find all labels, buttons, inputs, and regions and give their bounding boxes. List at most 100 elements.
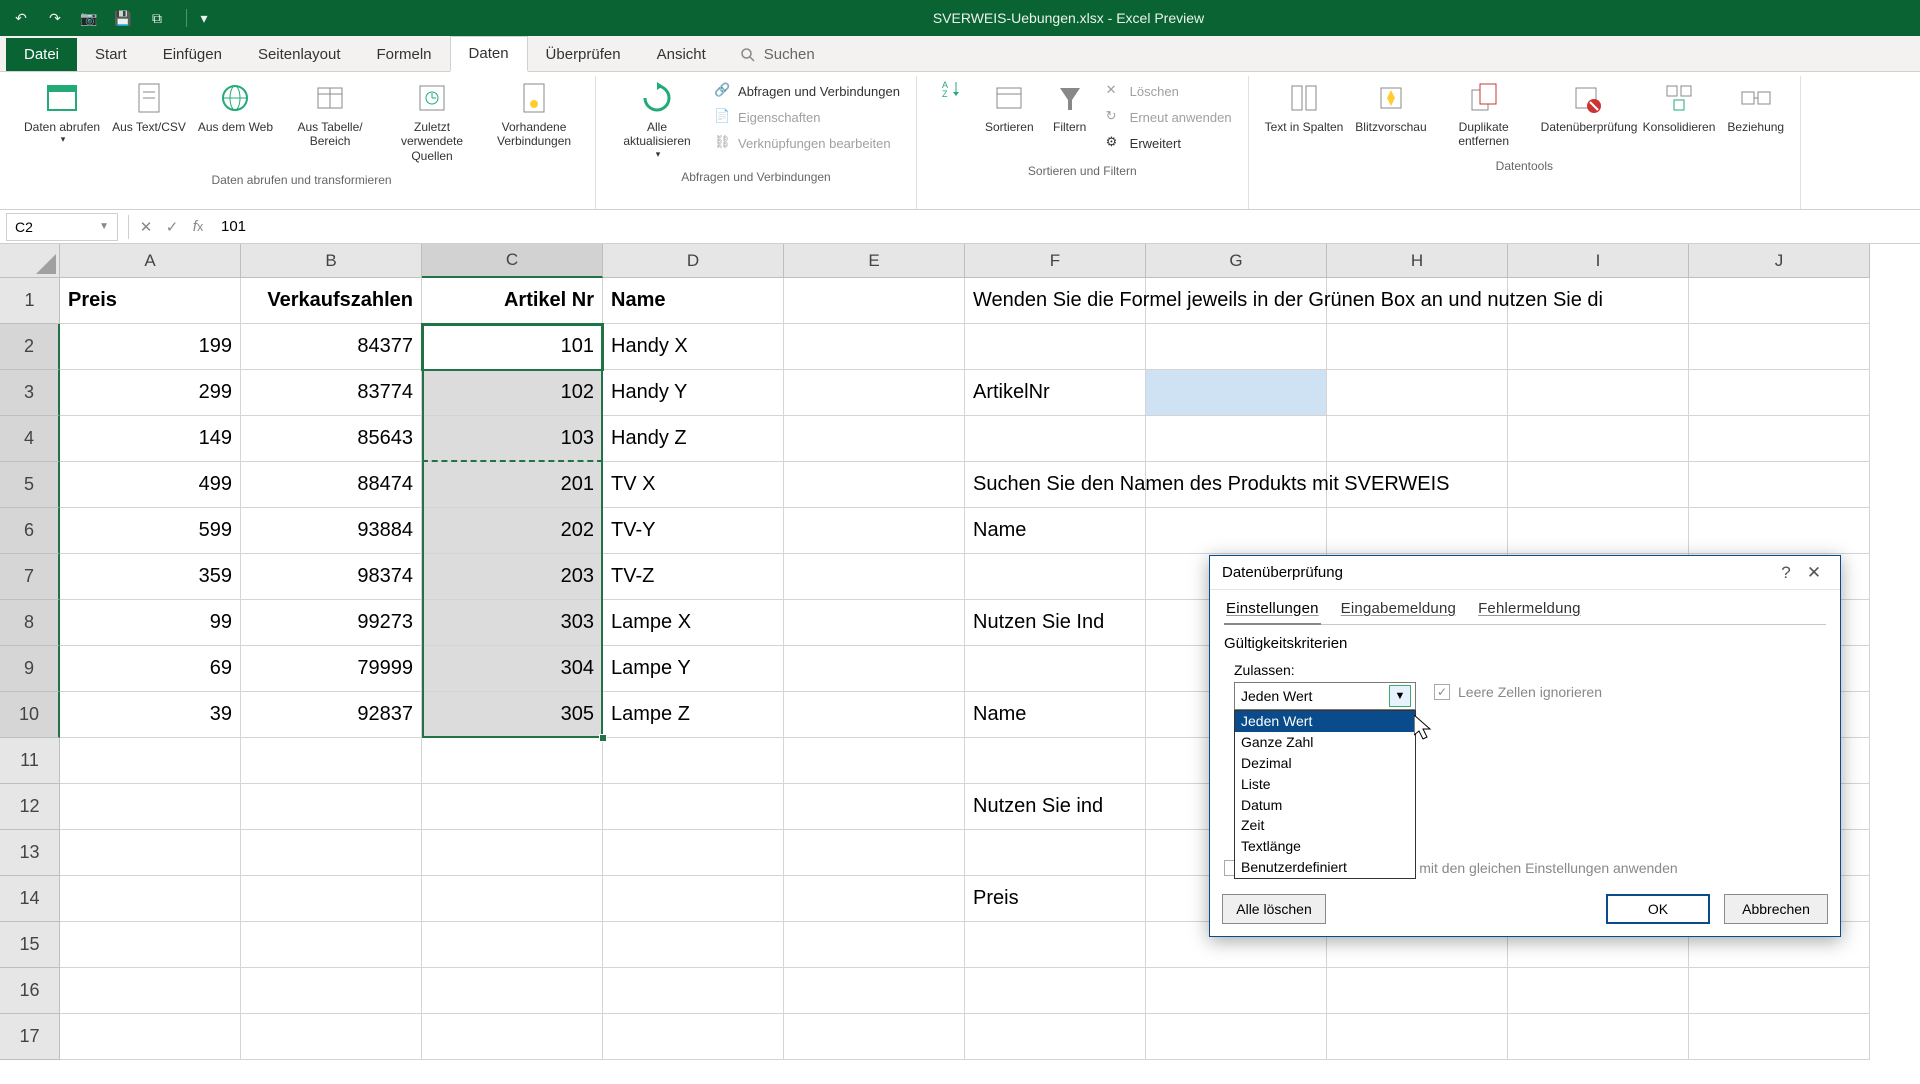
cell-A2[interactable]: 199 <box>60 324 241 370</box>
cell-D5[interactable]: TV X <box>603 462 784 508</box>
tab-file[interactable]: Datei <box>6 38 77 71</box>
select-all-corner[interactable] <box>0 244 60 278</box>
relationships-button[interactable]: Beziehung <box>1721 76 1790 151</box>
cell-C14[interactable] <box>422 876 603 922</box>
row-header-8[interactable]: 8 <box>0 600 60 646</box>
cell-B2[interactable]: 84377 <box>241 324 422 370</box>
cell-C11[interactable] <box>422 738 603 784</box>
consolidate-button[interactable]: Konsolidieren <box>1637 76 1722 151</box>
cell-D6[interactable]: TV-Y <box>603 508 784 554</box>
cell-F15[interactable] <box>965 922 1146 968</box>
cell-E16[interactable] <box>784 968 965 1014</box>
save-icon[interactable]: 💾 <box>112 7 134 29</box>
cell-C10[interactable]: 305 <box>422 692 603 738</box>
cell-C9[interactable]: 304 <box>422 646 603 692</box>
cell-B8[interactable]: 99273 <box>241 600 422 646</box>
allow-option[interactable]: Dezimal <box>1235 753 1415 774</box>
cell-E1[interactable] <box>784 278 965 324</box>
cell-C8[interactable]: 303 <box>422 600 603 646</box>
cell-D8[interactable]: Lampe X <box>603 600 784 646</box>
cell-F13[interactable] <box>965 830 1146 876</box>
cell-D15[interactable] <box>603 922 784 968</box>
cell-I3[interactable] <box>1508 370 1689 416</box>
allow-option[interactable]: Textlänge <box>1235 836 1415 857</box>
cell-B5[interactable]: 88474 <box>241 462 422 508</box>
cell-F16[interactable] <box>965 968 1146 1014</box>
sort-az-button[interactable]: AZ <box>927 76 979 156</box>
cell-A16[interactable] <box>60 968 241 1014</box>
cell-E8[interactable] <box>784 600 965 646</box>
row-header-15[interactable]: 15 <box>0 922 60 968</box>
cell-E10[interactable] <box>784 692 965 738</box>
allow-option[interactable]: Datum <box>1235 795 1415 816</box>
cell-A7[interactable]: 359 <box>60 554 241 600</box>
cell-D17[interactable] <box>603 1014 784 1060</box>
cell-C16[interactable] <box>422 968 603 1014</box>
cell-D3[interactable]: Handy Y <box>603 370 784 416</box>
cell-H17[interactable] <box>1327 1014 1508 1060</box>
cell-E6[interactable] <box>784 508 965 554</box>
cell-F9[interactable] <box>965 646 1146 692</box>
cell-F2[interactable] <box>965 324 1146 370</box>
get-data-button[interactable]: Daten abrufen▾ <box>18 76 106 165</box>
col-header-F[interactable]: F <box>965 244 1146 278</box>
from-csv-button[interactable]: Aus Text/CSV <box>106 76 192 165</box>
enter-formula-icon[interactable]: ✓ <box>159 214 185 240</box>
cell-E12[interactable] <box>784 784 965 830</box>
cell-E13[interactable] <box>784 830 965 876</box>
clear-all-button[interactable]: Alle löschen <box>1222 894 1326 924</box>
refresh-all-button[interactable]: Alle aktualisieren▾ <box>606 76 708 162</box>
cell-F11[interactable] <box>965 738 1146 784</box>
cell-I17[interactable] <box>1508 1014 1689 1060</box>
cell-B6[interactable]: 93884 <box>241 508 422 554</box>
cell-F10[interactable]: Name <box>965 692 1146 738</box>
cell-E7[interactable] <box>784 554 965 600</box>
cell-A13[interactable] <box>60 830 241 876</box>
tab-view[interactable]: Ansicht <box>639 38 724 71</box>
tab-review[interactable]: Überprüfen <box>528 38 639 71</box>
cell-E3[interactable] <box>784 370 965 416</box>
cell-E14[interactable] <box>784 876 965 922</box>
recent-sources-button[interactable]: Zuletzt verwendete Quellen <box>381 76 483 165</box>
col-header-A[interactable]: A <box>60 244 241 278</box>
allow-option[interactable]: Jeden Wert <box>1235 711 1415 732</box>
cell-F12[interactable]: Nutzen Sie ind <box>965 784 1146 830</box>
row-header-14[interactable]: 14 <box>0 876 60 922</box>
cell-F17[interactable] <box>965 1014 1146 1060</box>
col-header-D[interactable]: D <box>603 244 784 278</box>
cell-D9[interactable]: Lampe Y <box>603 646 784 692</box>
row-header-4[interactable]: 4 <box>0 416 60 462</box>
row-header-5[interactable]: 5 <box>0 462 60 508</box>
cell-G4[interactable] <box>1146 416 1327 462</box>
cell-C4[interactable]: 103 <box>422 416 603 462</box>
row-header-16[interactable]: 16 <box>0 968 60 1014</box>
cell-A8[interactable]: 99 <box>60 600 241 646</box>
cell-B11[interactable] <box>241 738 422 784</box>
cell-E15[interactable] <box>784 922 965 968</box>
cell-C13[interactable] <box>422 830 603 876</box>
cell-J16[interactable] <box>1689 968 1870 1014</box>
column-headers[interactable]: ABCDEFGHIJ <box>60 244 1870 278</box>
col-header-J[interactable]: J <box>1689 244 1870 278</box>
cell-D11[interactable] <box>603 738 784 784</box>
cell-B4[interactable]: 85643 <box>241 416 422 462</box>
cell-D13[interactable] <box>603 830 784 876</box>
tab-settings[interactable]: Einstellungen <box>1224 596 1321 625</box>
cell-E17[interactable] <box>784 1014 965 1060</box>
cell-C3[interactable]: 102 <box>422 370 603 416</box>
col-header-C[interactable]: C <box>422 244 603 278</box>
cell-C12[interactable] <box>422 784 603 830</box>
cell-B10[interactable]: 92837 <box>241 692 422 738</box>
cell-C15[interactable] <box>422 922 603 968</box>
cell-E2[interactable] <box>784 324 965 370</box>
flash-fill-button[interactable]: Blitzvorschau <box>1349 76 1432 151</box>
row-header-11[interactable]: 11 <box>0 738 60 784</box>
tab-layout[interactable]: Seitenlayout <box>240 38 359 71</box>
cell-B14[interactable] <box>241 876 422 922</box>
cell-C6[interactable]: 202 <box>422 508 603 554</box>
cancel-formula-icon[interactable]: ✕ <box>133 214 159 240</box>
allow-option[interactable]: Liste <box>1235 774 1415 795</box>
cell-D4[interactable]: Handy Z <box>603 416 784 462</box>
ok-button[interactable]: OK <box>1606 894 1710 924</box>
touch-icon[interactable]: ⧉ <box>146 7 168 29</box>
